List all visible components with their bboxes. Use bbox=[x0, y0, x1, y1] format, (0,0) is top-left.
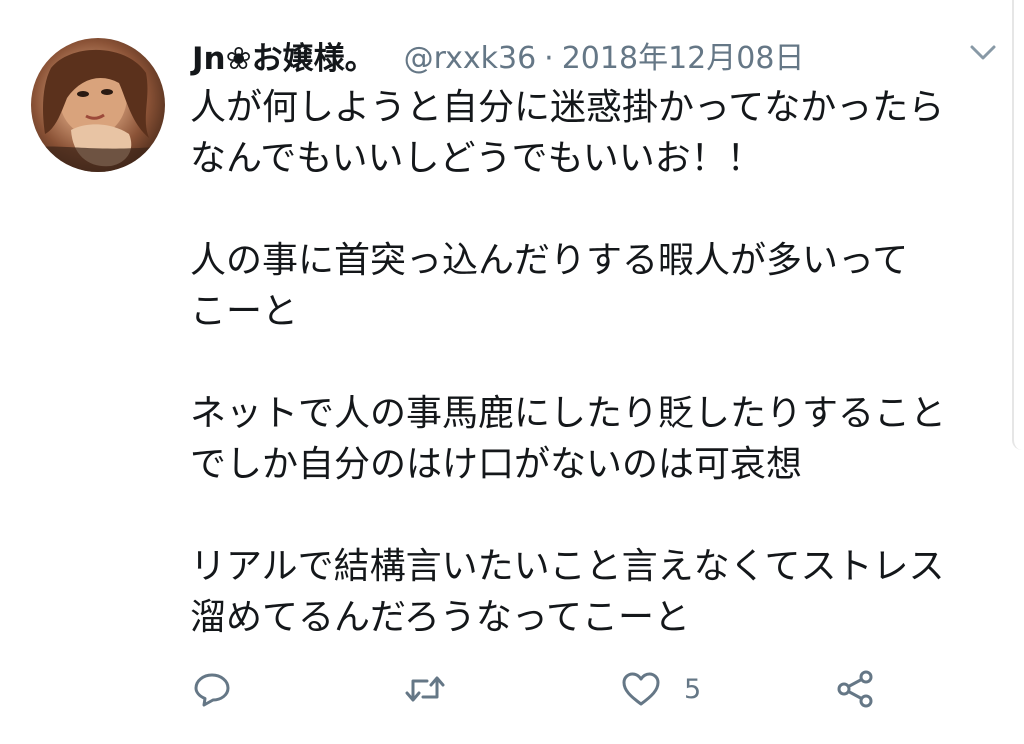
retweet-icon bbox=[405, 676, 445, 702]
heart-icon bbox=[622, 672, 660, 706]
tweet-text: 人が何しようと自分に迷惑掛かってなかったら なんでもいいしどうでもいいお！！ 人… bbox=[190, 82, 1000, 643]
timestamp[interactable]: 2018年12月08日 bbox=[562, 41, 805, 76]
handle[interactable]: @rxxk36 bbox=[404, 41, 537, 76]
tweet-paragraph: ネットで人の事馬鹿にしたり貶したりすること でしか自分のはけ口がないのは可哀想 bbox=[190, 393, 947, 485]
like-button[interactable]: 5 bbox=[620, 664, 701, 714]
tweet-paragraph: 人の事に首突っ込んだりする暇人が多いって こーと bbox=[190, 240, 909, 332]
avatar[interactable] bbox=[31, 38, 165, 172]
tweet-paragraph: リアルで結構言いたいこと言えなくてストレス 溜めてるんだろうなってこーと bbox=[190, 546, 945, 638]
reply-icon bbox=[194, 673, 230, 707]
tweet-meta: @rxxk36 · 2018年12月08日 bbox=[404, 33, 805, 77]
reply-button[interactable] bbox=[192, 664, 232, 714]
share-icon bbox=[837, 670, 873, 708]
chevron-down-icon bbox=[970, 45, 996, 60]
avatar-photo bbox=[31, 49, 165, 172]
tweet-actions: 5 bbox=[190, 664, 890, 714]
tweet-header: Jn❀お嬢様。 @rxxk36 · 2018年12月08日 bbox=[192, 30, 804, 80]
display-name[interactable]: Jn❀お嬢様。 bbox=[192, 33, 376, 78]
like-count: 5 bbox=[684, 673, 702, 705]
more-options-button[interactable] bbox=[968, 40, 998, 64]
scrollbar[interactable] bbox=[1012, 0, 1024, 450]
tweet-paragraph: 人が何しようと自分に迷惑掛かってなかったら なんでもいいしどうでもいいお！！ bbox=[190, 87, 945, 179]
tweet: Jn❀お嬢様。 @rxxk36 · 2018年12月08日 人が何しようと自分に迷惑… bbox=[0, 0, 1024, 744]
share-button[interactable] bbox=[834, 664, 876, 714]
meta-separator: · bbox=[544, 41, 554, 76]
retweet-button[interactable] bbox=[403, 664, 447, 714]
